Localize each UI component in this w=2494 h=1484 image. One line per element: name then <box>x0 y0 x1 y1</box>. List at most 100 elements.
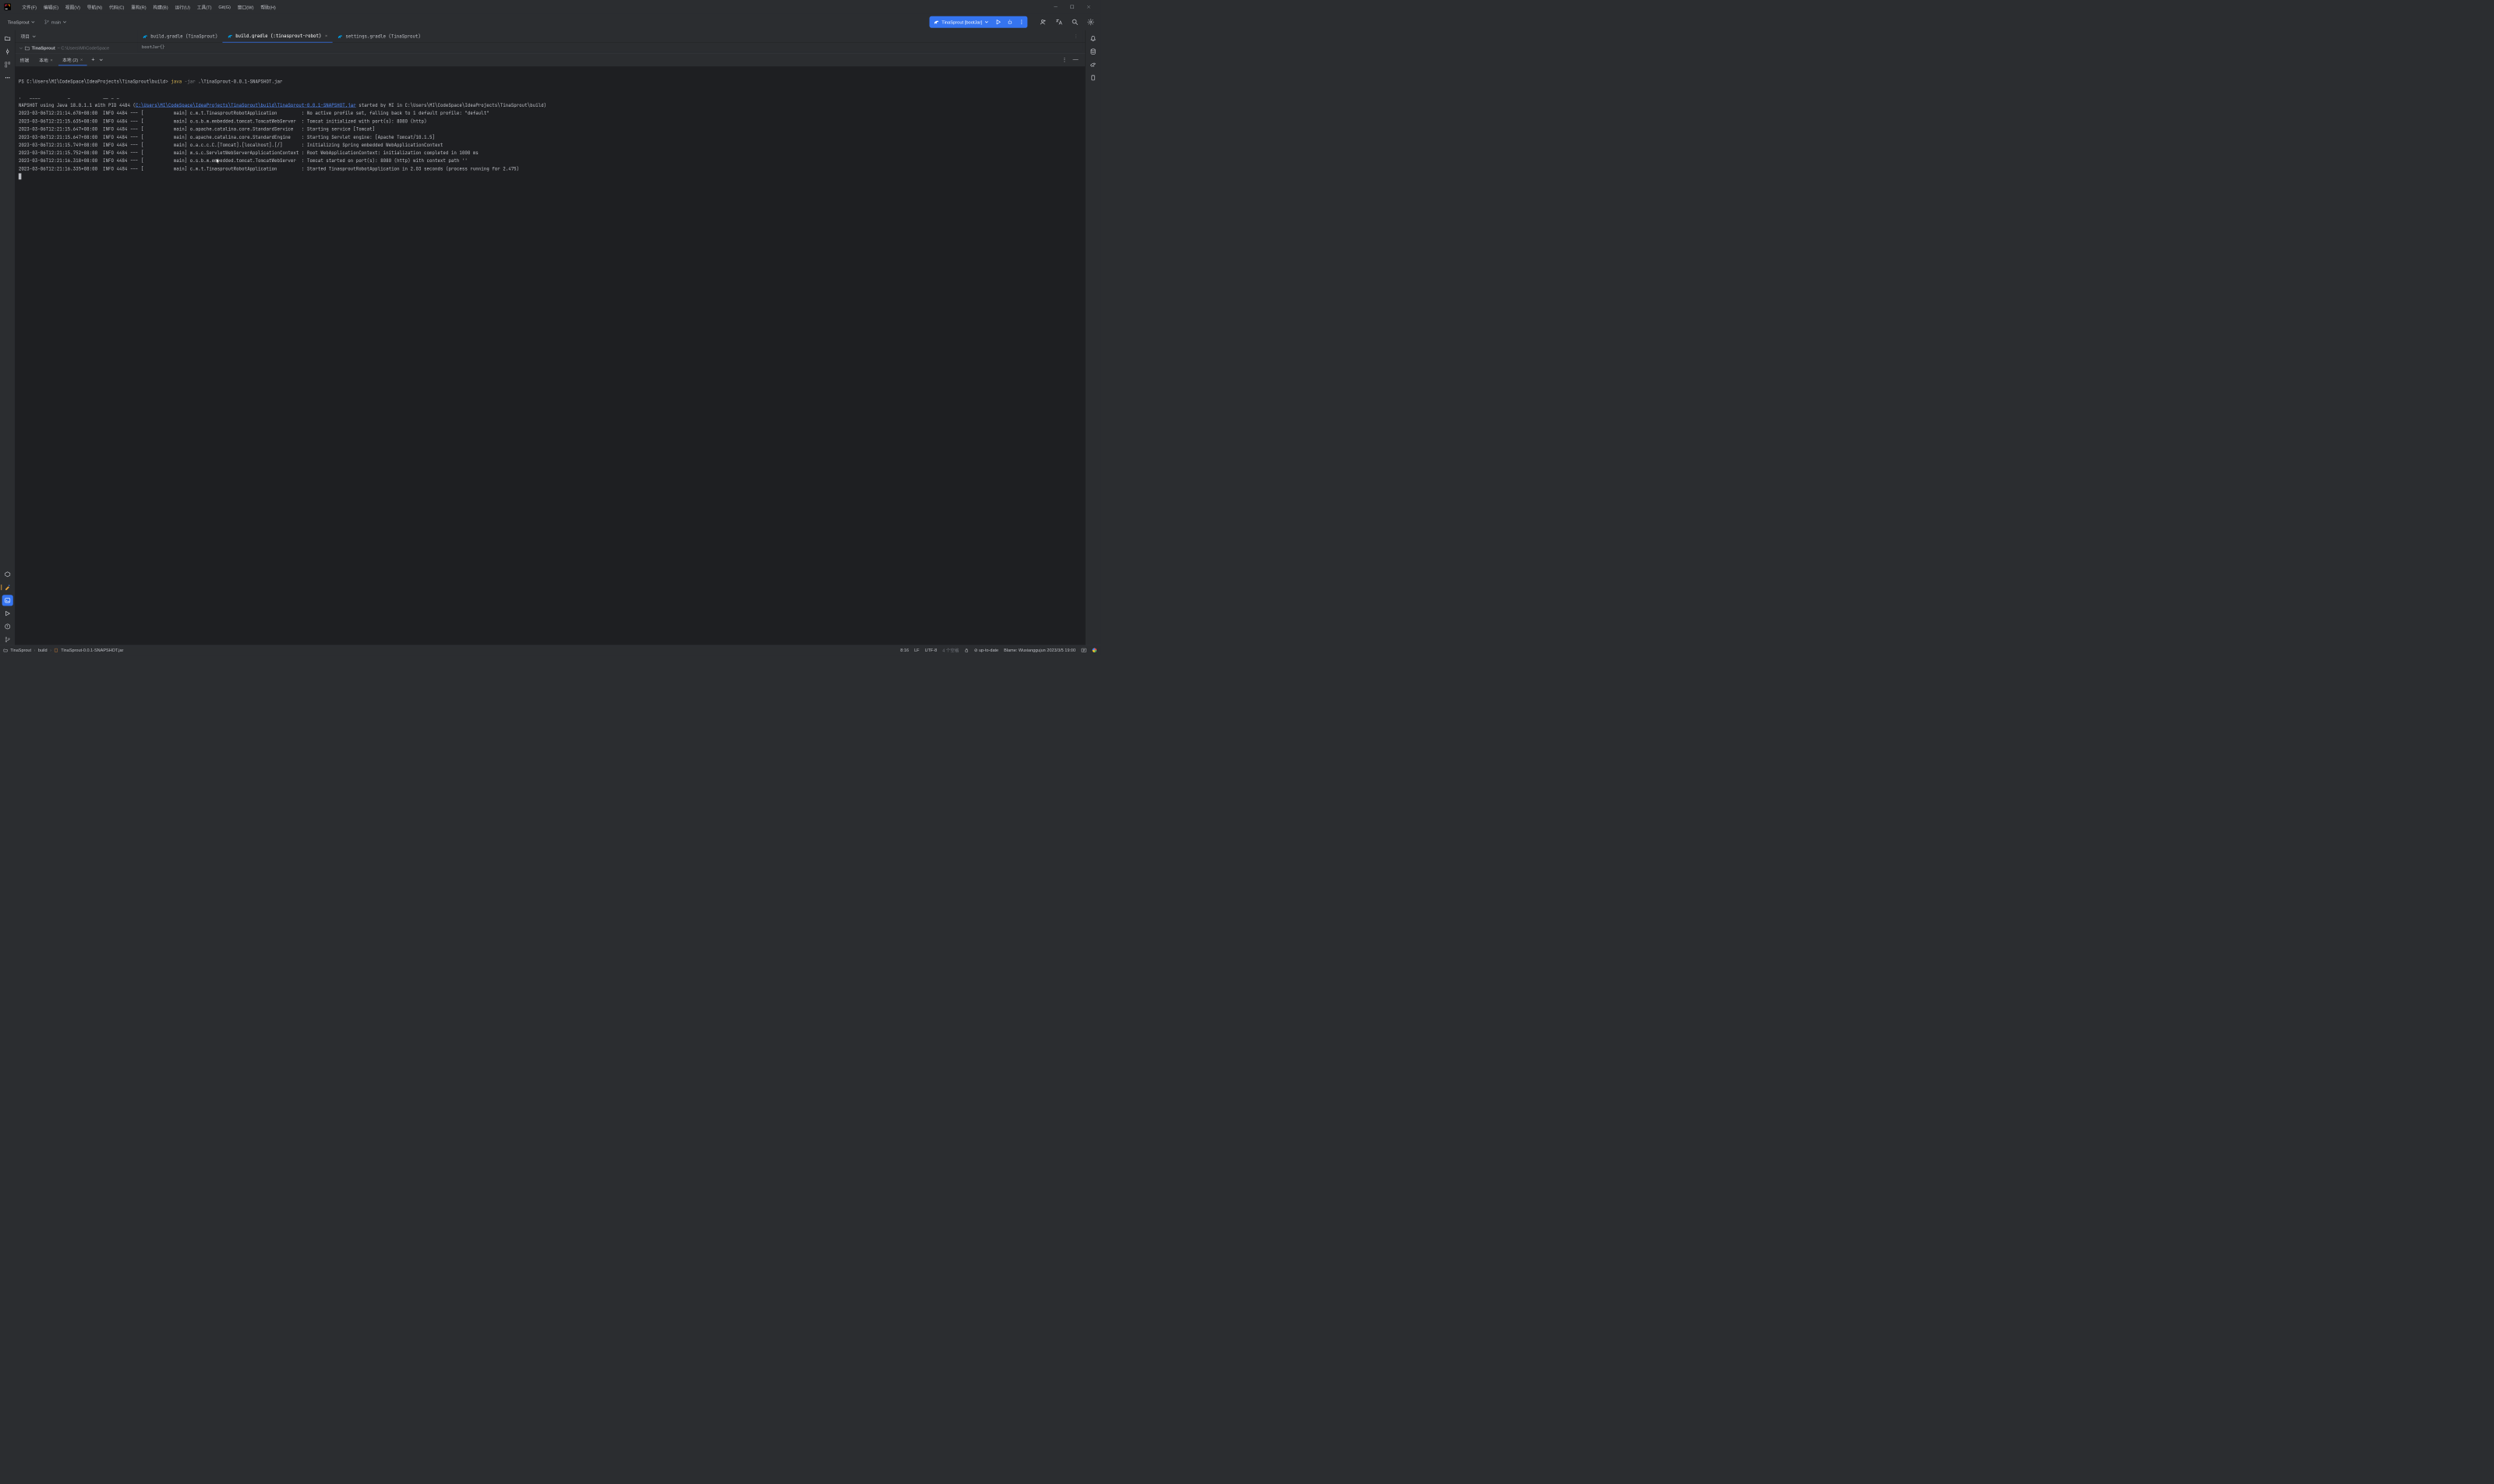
gradle-icon <box>143 34 148 39</box>
menu-refactor[interactable]: 重构(R) <box>129 2 149 12</box>
tree-root-name: TinaSprout <box>32 45 55 51</box>
menu-window[interactable]: 窗口(W) <box>235 2 256 12</box>
log-line: 2023-03-06T12:21:15.647+08:00 INFO 4484 … <box>19 126 375 132</box>
terminal-tab-label: 本地 (2) <box>62 56 78 62</box>
run-configuration-selector[interactable]: TinaSprout [bootJar] <box>929 17 992 26</box>
log-link[interactable]: C:\Users\MI\CodeSpace\IdeaProjects\TinaS… <box>136 102 356 108</box>
menu-file[interactable]: 文件(F) <box>19 2 40 12</box>
editor-tab[interactable]: settings.gradle (TinaSprout) <box>333 30 426 43</box>
project-selector[interactable]: TinaSprout <box>5 18 37 26</box>
menu-code[interactable]: 代码(C) <box>106 2 126 12</box>
notifications-tool-button[interactable] <box>1087 33 1098 44</box>
search-icon[interactable] <box>1070 17 1079 26</box>
log-line: 2023-03-06T12:21:16.318+08:00 INFO 4484 … <box>19 158 468 164</box>
branch-icon <box>44 19 49 24</box>
maximize-button[interactable] <box>1065 0 1079 14</box>
navigation-breadcrumb[interactable]: TinaSprout › build › TinaSprout-0.0.1-SN… <box>3 648 123 652</box>
log-line: 2023-03-06T12:21:15.647+08:00 INFO 4484 … <box>19 134 435 140</box>
database-tool-button[interactable] <box>1087 46 1098 57</box>
crumb-item[interactable]: TinaSprout-0.0.1-SNAPSHOT.jar <box>61 648 123 652</box>
cmd-file: .\TinaSprout-0.0.1-SNAPSHOT.jar <box>198 79 282 85</box>
git-tool-button[interactable] <box>2 634 12 645</box>
chevron-down-icon <box>31 20 34 23</box>
google-ime-icon[interactable] <box>1092 648 1097 652</box>
right-tool-stripe <box>1085 30 1100 645</box>
log-line: 2023-03-06T12:21:15.752+08:00 INFO 4484 … <box>19 150 479 156</box>
gradle-icon <box>934 19 939 25</box>
debug-button[interactable] <box>1004 16 1016 28</box>
terminal-cursor <box>19 173 22 179</box>
menu-help[interactable]: 帮助(H) <box>258 2 278 12</box>
main-toolbar: TinaSprout main TinaSprout [bootJar] <box>0 14 1100 30</box>
ime-indicator-icon[interactable] <box>1081 648 1086 653</box>
crumb-item[interactable]: build <box>38 648 48 652</box>
chevron-down-icon[interactable] <box>32 34 35 37</box>
close-icon[interactable]: × <box>50 57 52 62</box>
menu-git[interactable]: Git(G) <box>216 3 234 11</box>
translate-icon[interactable] <box>1054 17 1064 26</box>
run-button[interactable] <box>992 16 1004 28</box>
titlebar: 文件(F) 编辑(E) 视图(V) 导航(N) 代码(C) 重构(R) 构建(B… <box>0 0 1100 14</box>
editor-tab-bar: build.gradle (TinaSprout) build.gradle (… <box>137 30 1082 43</box>
run-tool-button[interactable] <box>2 608 12 619</box>
terminal-tool-button[interactable] <box>2 595 12 606</box>
git-blame-status[interactable]: Blame: Wuxianggujun 2023/3/5 19:00 <box>1004 648 1076 652</box>
services-tool-button[interactable] <box>2 569 12 580</box>
log-artifact: . ____ _ __ _ _ <box>19 94 119 101</box>
tabs-more-button[interactable]: ⋮ <box>1070 34 1082 39</box>
readonly-toggle-icon[interactable] <box>964 648 968 652</box>
tab-label: build.gradle (:tinasprout-robot) <box>235 33 321 39</box>
project-tool-label: 项目 <box>20 33 29 39</box>
problems-tool-button[interactable] <box>2 621 12 632</box>
file-encoding[interactable]: UTF-8 <box>925 648 938 652</box>
structure-tool-button[interactable] <box>2 59 12 70</box>
code-with-me-icon[interactable] <box>1038 17 1047 26</box>
menu-navigate[interactable]: 导航(N) <box>84 2 104 12</box>
folder-icon <box>3 648 7 652</box>
chevron-down-icon <box>985 20 988 23</box>
indent-setting[interactable]: 4 个空格 <box>942 647 959 653</box>
log-line: 2023-03-06T12:21:14.678+08:00 INFO 4484 … <box>19 110 489 116</box>
log-line: 2023-03-06T12:21:16.335+08:00 INFO 4484 … <box>19 166 519 172</box>
settings-icon[interactable] <box>1086 17 1095 26</box>
tree-root-path: ~ C:\Users\MI\CodeSpace <box>57 45 109 51</box>
terminal-tab[interactable]: 本地 (2) × <box>58 54 87 65</box>
tab-label: build.gradle (TinaSprout) <box>150 34 217 40</box>
menu-build[interactable]: 构建(B) <box>150 2 171 12</box>
tab-label: settings.gradle (TinaSprout) <box>345 34 420 40</box>
gradle-icon <box>228 34 233 39</box>
terminal-add-button[interactable]: + <box>88 57 97 63</box>
menu-edit[interactable]: 编辑(E) <box>41 2 61 12</box>
terminal-tab[interactable]: 本地 × <box>35 55 57 65</box>
commit-tool-button[interactable] <box>2 46 12 57</box>
close-button[interactable] <box>1081 0 1096 14</box>
vcs-branch-selector[interactable]: main <box>41 18 69 26</box>
menu-run[interactable]: 运行(U) <box>172 2 193 12</box>
sync-status[interactable]: ⊘ up-to-date <box>974 648 998 653</box>
close-icon[interactable]: × <box>80 57 83 62</box>
project-tool-button[interactable] <box>2 33 12 44</box>
more-tool-button[interactable] <box>2 72 12 83</box>
close-icon[interactable]: × <box>325 33 328 39</box>
editor-tab[interactable]: build.gradle (:tinasprout-robot) × <box>222 30 332 43</box>
terminal-tool-header: 终端 本地 × 本地 (2) × + ⋮ — <box>15 53 1085 67</box>
caret-position[interactable]: 8:16 <box>900 648 909 652</box>
minimize-button[interactable] <box>1048 0 1063 14</box>
left-tool-stripe <box>0 30 15 645</box>
device-tool-button[interactable] <box>1087 72 1098 83</box>
minimize-panel-button[interactable]: — <box>1071 57 1080 63</box>
terminal-options-button[interactable]: ⋮ <box>1060 56 1069 63</box>
line-separator[interactable]: LF <box>914 648 919 652</box>
editor-tab[interactable]: build.gradle (TinaSprout) <box>137 30 222 43</box>
run-more-button[interactable] <box>1016 16 1027 28</box>
terminal-output[interactable]: PS C:\Users\MI\CodeSpace\IdeaProjects\Ti… <box>15 67 1085 645</box>
menu-view[interactable]: 视图(V) <box>62 2 83 12</box>
chevron-down-icon <box>19 46 23 49</box>
crumb-item[interactable]: TinaSprout <box>10 648 31 652</box>
build-tool-button[interactable] <box>2 582 12 593</box>
menu-tools[interactable]: 工具(T) <box>194 2 214 12</box>
app-logo-icon <box>4 3 11 10</box>
editor-breadcrumb: bootJar{} <box>137 43 1082 51</box>
maven-gradle-tool-button[interactable] <box>1087 59 1098 70</box>
terminal-dropdown-button[interactable] <box>99 58 108 62</box>
